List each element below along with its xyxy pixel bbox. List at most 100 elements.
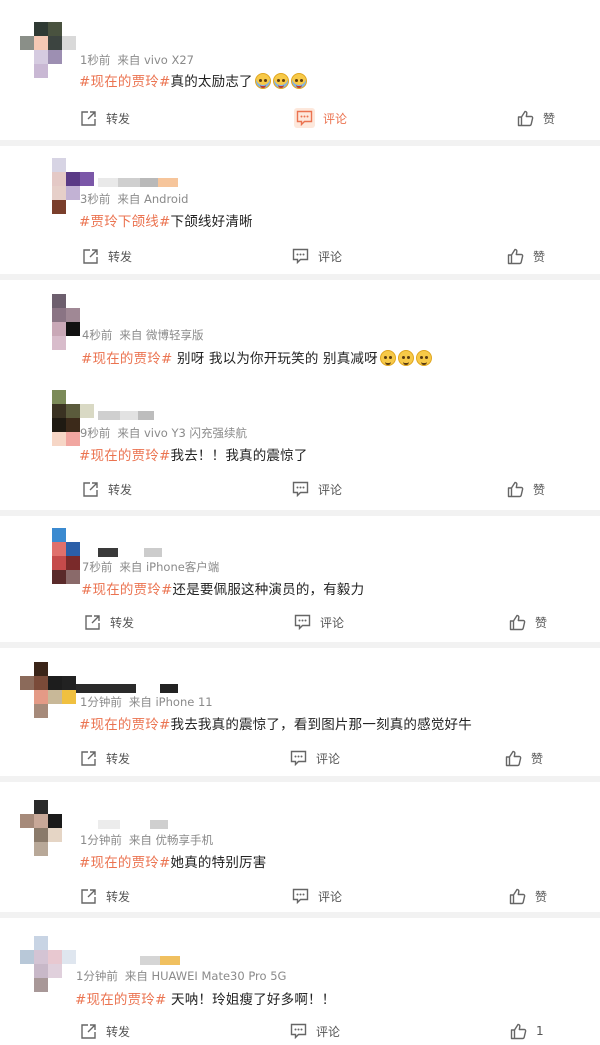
action-bar: 转发 评论 赞 xyxy=(0,245,600,267)
share-square-icon xyxy=(81,750,96,766)
hashtag-link[interactable]: #现在的贾玲# xyxy=(79,717,171,733)
share-square-icon xyxy=(85,614,100,630)
crying-laughing-emoji-icon xyxy=(397,350,414,366)
like-button[interactable]: 1 xyxy=(510,1020,544,1042)
hashtag-link[interactable]: #现在的贾玲# xyxy=(75,992,167,1008)
comment-button[interactable]: 评论 xyxy=(292,245,342,267)
comment-card: 9秒前 来自 vivo Y3 闪充强续航 #现在的贾玲#我去！！我真的震惊了 转发… xyxy=(0,380,600,510)
like-count: 1 xyxy=(536,1024,544,1038)
comment-button[interactable]: 评论 xyxy=(290,747,340,769)
comment-card: 1秒前 来自 vivo X27 #现在的贾玲#真的太励志了 转发 评论 赞 xyxy=(0,0,600,140)
comment-body: 我去！！我真的震惊了 xyxy=(170,448,308,464)
crying-laughing-emoji-icon xyxy=(379,350,396,366)
comment-card: 4秒前 来自 微博轻享版 #现在的贾玲# 别呀 我以为你开玩笑的 别真减呀 xyxy=(0,280,600,380)
post-time: 1分钟前 xyxy=(80,833,122,847)
comment-bubble-icon xyxy=(296,110,313,126)
comment-bubble-icon xyxy=(290,750,307,766)
username-blurred xyxy=(98,178,178,187)
comment-meta: 7秒前 来自 iPhone客户端 xyxy=(82,559,219,575)
share-square-icon xyxy=(81,110,96,126)
comment-button[interactable]: 评论 xyxy=(292,885,342,907)
thumbs-up-icon xyxy=(505,750,522,766)
repost-button[interactable]: 转发 xyxy=(84,611,134,633)
like-button[interactable]: 赞 xyxy=(509,885,547,907)
comment-meta: 1分钟前 来自 优畅享手机 xyxy=(80,832,213,848)
post-source: 来自 iPhone 11 xyxy=(128,695,213,709)
comment-button[interactable]: 评论 xyxy=(294,611,344,633)
like-button[interactable]: 赞 xyxy=(505,747,543,769)
thumbs-up-icon xyxy=(509,888,526,904)
avatar[interactable] xyxy=(20,22,76,78)
comment-text: #现在的贾玲# 天呐！玲姐瘦了好多啊！！ xyxy=(75,988,335,1008)
username-blurred xyxy=(76,684,178,693)
hashtag-link[interactable]: #现在的贾玲# xyxy=(81,351,173,367)
comment-body: 天呐！玲姐瘦了好多啊！！ xyxy=(166,992,336,1008)
action-bar: 转发 评论 赞 xyxy=(0,478,600,500)
action-bar: 转发 评论 赞 xyxy=(0,885,600,907)
post-time: 7秒前 xyxy=(82,560,113,574)
avatar[interactable] xyxy=(38,528,94,584)
comment-meta: 3秒前 来自 Android xyxy=(80,191,188,207)
repost-button[interactable]: 转发 xyxy=(82,478,132,500)
username-blurred xyxy=(98,820,168,829)
post-time: 1分钟前 xyxy=(80,695,122,709)
post-time: 1分钟前 xyxy=(76,969,118,983)
comment-button[interactable]: 评论 xyxy=(292,478,342,500)
comment-text: #现在的贾玲#还是要佩服这种演员的，有毅力 xyxy=(81,578,364,598)
crying-laughing-emoji-icon xyxy=(415,350,432,366)
post-source: 来自 vivo X27 xyxy=(117,53,194,67)
repost-button[interactable]: 转发 xyxy=(80,1020,130,1042)
repost-button[interactable]: 转发 xyxy=(80,747,130,769)
post-time: 4秒前 xyxy=(82,328,113,342)
thumbs-up-icon xyxy=(517,110,534,126)
share-square-icon xyxy=(81,1023,96,1039)
comment-body: 真的太励志了 xyxy=(170,74,253,90)
comment-body: 还是要佩服这种演员的，有毅力 xyxy=(172,582,365,598)
like-button[interactable]: 赞 xyxy=(509,611,547,633)
repost-button[interactable]: 转发 xyxy=(82,245,132,267)
post-time: 3秒前 xyxy=(80,192,111,206)
comment-meta: 1秒前 来自 vivo X27 xyxy=(80,52,194,68)
comment-button[interactable]: 评论 xyxy=(290,1020,340,1042)
hashtag-link[interactable]: #现在的贾玲# xyxy=(79,448,171,464)
thumbs-up-icon xyxy=(510,1023,527,1039)
comment-body: 别呀 我以为你开玩笑的 别真减呀 xyxy=(172,351,378,367)
avatar[interactable] xyxy=(20,800,76,856)
comment-bubble-icon xyxy=(292,481,309,497)
post-source: 来自 iPhone客户端 xyxy=(119,560,220,574)
repost-button[interactable]: 转发 xyxy=(80,107,130,129)
comment-bubble-icon xyxy=(292,888,309,904)
crying-laughing-emoji-icon xyxy=(290,73,307,89)
comment-text: #现在的贾玲#我去我真的震惊了，看到图片那一刻真的感觉好牛 xyxy=(79,713,472,733)
like-button[interactable]: 赞 xyxy=(507,478,545,500)
comment-text: #贾玲下颌线#下颌线好清晰 xyxy=(79,210,253,230)
thumbs-up-icon xyxy=(507,481,524,497)
hashtag-link[interactable]: #现在的贾玲# xyxy=(79,855,171,871)
comment-body: 我去我真的震惊了，看到图片那一刻真的感觉好牛 xyxy=(170,717,472,733)
avatar[interactable] xyxy=(20,936,76,992)
action-bar: 转发 评论 赞 xyxy=(0,611,600,633)
username-blurred xyxy=(98,411,154,420)
avatar[interactable] xyxy=(20,662,76,718)
like-button[interactable]: 赞 xyxy=(507,245,545,267)
action-bar: 转发 评论 1 xyxy=(0,1020,600,1042)
comment-meta: 1分钟前 来自 iPhone 11 xyxy=(80,694,213,710)
repost-button[interactable]: 转发 xyxy=(80,885,130,907)
crying-laughing-emoji-icon xyxy=(254,73,271,89)
hashtag-link[interactable]: #现在的贾玲# xyxy=(81,582,173,598)
action-bar: 转发 评论 赞 xyxy=(0,747,600,769)
comment-body: 她真的特别厉害 xyxy=(170,855,267,871)
action-bar: 转发 评论 赞 xyxy=(0,107,600,129)
comment-card: 3秒前 来自 Android #贾玲下颌线#下颌线好清晰 转发 评论 赞 xyxy=(0,146,600,274)
like-button[interactable]: 赞 xyxy=(517,107,555,129)
comment-card: 7秒前 来自 iPhone客户端 #现在的贾玲#还是要佩服这种演员的，有毅力 转发… xyxy=(0,516,600,642)
comment-card: 1分钟前 来自 优畅享手机 #现在的贾玲#她真的特别厉害 转发 评论 赞 xyxy=(0,782,600,912)
hashtag-link[interactable]: #现在的贾玲# xyxy=(79,74,171,90)
thumbs-up-icon xyxy=(509,614,526,630)
comment-card: 1分钟前 来自 HUAWEI Mate30 Pro 5G #现在的贾玲# 天呐！玲… xyxy=(0,918,600,1045)
post-source: 来自 vivo Y3 闪充强续航 xyxy=(117,426,247,440)
hashtag-link[interactable]: #贾玲下颌线# xyxy=(79,214,171,230)
comment-bubble-icon xyxy=(290,1023,307,1039)
comment-button[interactable]: 评论 xyxy=(294,107,347,129)
post-source: 来自 微博轻享版 xyxy=(119,328,204,342)
